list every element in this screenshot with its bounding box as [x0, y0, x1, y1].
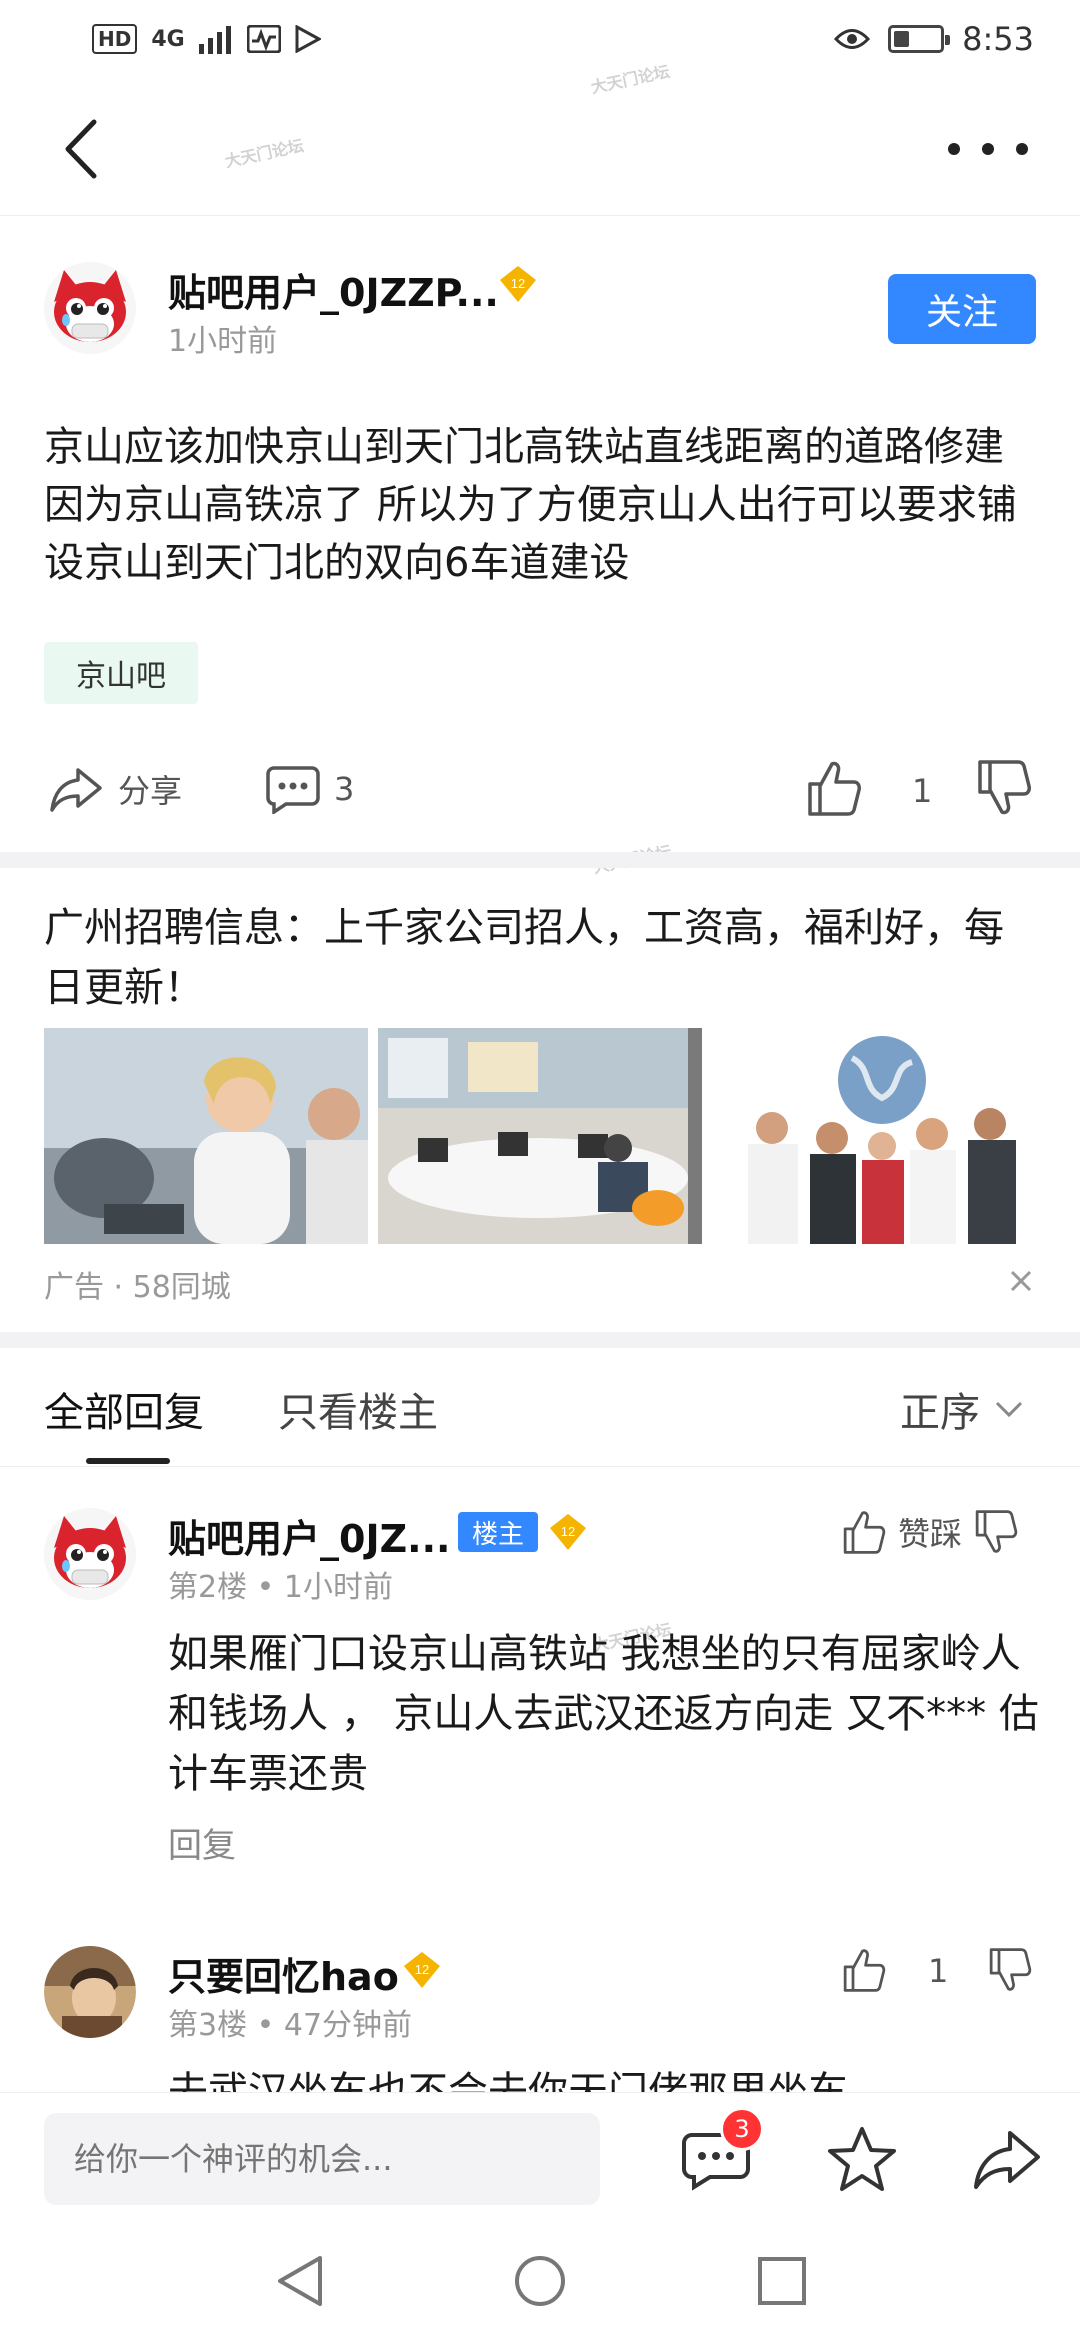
ad-image-office[interactable]: [378, 1028, 702, 1244]
sort-label: 正序: [900, 1390, 980, 1436]
activity-icon: [246, 25, 281, 53]
battery-level: [894, 31, 910, 47]
follow-button[interactable]: 关注: [888, 274, 1036, 344]
star-icon[interactable]: [826, 2123, 898, 2195]
share-icon: [50, 768, 102, 812]
reply-button[interactable]: 回复: [168, 1818, 236, 1867]
thumbs-up-icon[interactable]: [842, 1946, 886, 1994]
forum-tag[interactable]: 京山吧: [44, 642, 198, 704]
status-right: 8:53: [834, 20, 1034, 58]
comment-badge: 3: [720, 2107, 764, 2151]
chevron-down-icon: [995, 1401, 1023, 1418]
level-number: 12: [415, 1962, 429, 1977]
thumbs-up-icon[interactable]: [842, 1508, 886, 1556]
avatar[interactable]: [44, 1508, 136, 1600]
top-nav: [0, 84, 1080, 216]
avatar[interactable]: [44, 262, 136, 354]
level-number: 12: [511, 276, 525, 291]
reply-meta: 第3楼 • 47分钟前: [168, 2008, 413, 2043]
avatar-fox-icon: [44, 262, 136, 354]
vote-button[interactable]: 赞踩: [842, 1508, 1018, 1556]
play-store-icon: [295, 25, 321, 53]
section-divider: [0, 852, 1080, 868]
thumbs-down-icon[interactable]: [988, 1946, 1032, 1994]
ad-image-call-center[interactable]: [44, 1028, 368, 1244]
tab-indicator: [86, 1458, 170, 1464]
ad-photo: [44, 1028, 368, 1244]
ad-image-globe[interactable]: [712, 1028, 1036, 1244]
comment-bubble-icon: [266, 766, 320, 814]
battery-icon: [888, 25, 951, 53]
comments-button[interactable]: 3: [680, 2107, 764, 2195]
chevron-left-icon[interactable]: [56, 114, 116, 184]
post-username[interactable]: 贴吧用户_0JZZP...: [168, 262, 499, 317]
ad-photo: [712, 1028, 1036, 1244]
eye-icon: [834, 29, 871, 49]
ad-source-label: 广告 · 58同城: [44, 1270, 231, 1305]
like-count: 1: [928, 1952, 949, 1990]
reply-username[interactable]: 贴吧用户_0JZ...: [168, 1508, 450, 1563]
vote-label: 赞踩: [898, 1515, 963, 1553]
share-button[interactable]: 分享: [48, 764, 182, 814]
level-number: 12: [561, 1524, 575, 1539]
dot: [948, 143, 960, 155]
more-dots-icon[interactable]: [948, 124, 1028, 174]
dot: [982, 143, 994, 155]
share-icon[interactable]: [970, 2123, 1042, 2195]
nav-home-icon[interactable]: [512, 2252, 568, 2310]
level-badge-icon: 12: [500, 266, 536, 302]
clock: 8:53: [962, 20, 1034, 58]
status-bar: HD 4G 8:53: [0, 0, 1080, 84]
avatar[interactable]: [44, 1946, 136, 2038]
thumbs-up-icon[interactable]: [806, 758, 862, 818]
tab-op-only[interactable]: 只看楼主: [278, 1380, 438, 1438]
section-divider: [0, 1332, 1080, 1348]
level-badge-icon: 12: [550, 1514, 586, 1550]
reply-content: 去武汉坐车也不会去你天门佬那里坐车: [168, 2069, 848, 2092]
comment-input[interactable]: [44, 2113, 600, 2205]
like-count: 1: [912, 772, 933, 810]
dot: [1016, 143, 1028, 155]
nav-back-icon[interactable]: [272, 2252, 328, 2310]
status-left: HD 4G: [92, 24, 321, 54]
nav-recents-icon[interactable]: [754, 2252, 810, 2310]
signal-label: 4G: [151, 26, 185, 52]
reply-username[interactable]: 只要回忆hao: [168, 1946, 399, 2001]
avatar-fox-icon: [44, 1508, 136, 1600]
level-badge-icon: 12: [404, 1952, 440, 1988]
ad-photo: [378, 1028, 702, 1244]
signal-icon: [198, 26, 231, 54]
share-label: 分享: [118, 772, 183, 810]
avatar-photo: [44, 1946, 136, 2038]
bottom-comment-bar: 3: [0, 2092, 1080, 2222]
op-badge: 楼主: [458, 1512, 538, 1552]
network-type: HD: [92, 24, 138, 54]
sort-dropdown[interactable]: 正序: [900, 1380, 1024, 1438]
close-icon[interactable]: [1004, 1264, 1038, 1298]
ad-title[interactable]: 广州招聘信息：上千家公司招人，工资高，福利好，每日更新！: [44, 898, 1004, 1018]
system-navigation-bar: [0, 2222, 1080, 2340]
post-content: 京山应该加快京山到天门北高铁站直线距离的道路修建 因为京山高铁凉了 所以为了方便…: [44, 424, 1017, 586]
comment-button[interactable]: 3: [266, 764, 354, 814]
reply-content: 如果雁门口设京山高铁站 我想坐的只有屈家岭人和钱场人 ， 京山人去武汉还返方向走…: [168, 1631, 1039, 1797]
thumbs-down-icon[interactable]: [974, 1508, 1018, 1556]
comment-count: 3: [334, 770, 355, 808]
tab-divider: [0, 1466, 1080, 1467]
thumbs-down-icon[interactable]: [976, 758, 1032, 818]
reply-meta: 第2楼 • 1小时前: [168, 1570, 393, 1605]
post-time: 1小时前: [168, 324, 278, 359]
tab-all-replies[interactable]: 全部回复: [44, 1380, 204, 1438]
